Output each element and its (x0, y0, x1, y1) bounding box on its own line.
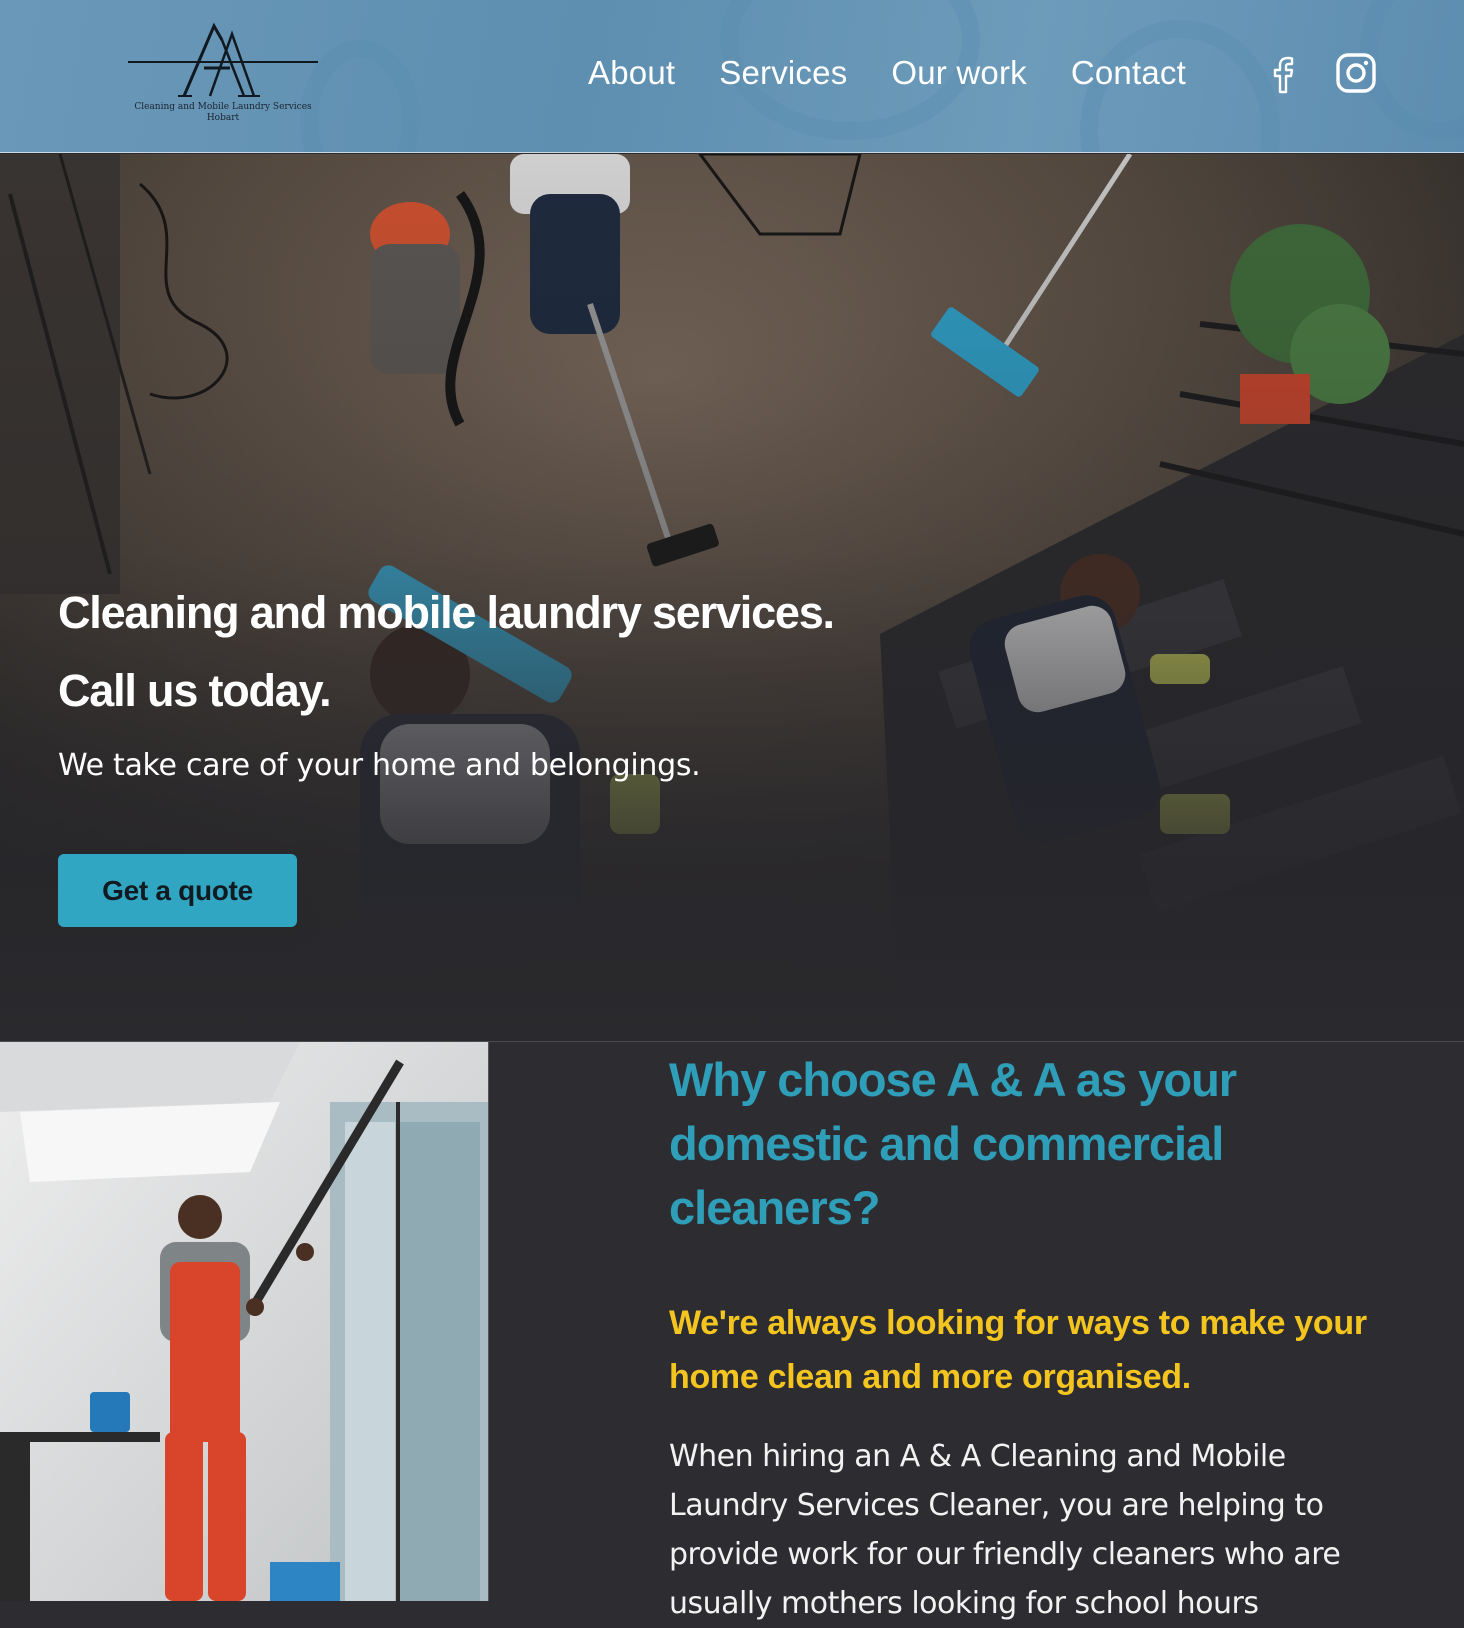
logo-mark (128, 22, 318, 97)
window-cleaner-image (0, 1042, 488, 1601)
facebook-link[interactable] (1262, 50, 1306, 96)
site-header: Cleaning and Mobile Laundry Services Hob… (0, 0, 1464, 153)
nav-about[interactable]: About (588, 50, 675, 96)
hero-title-line2: Call us today. (58, 665, 332, 716)
window-cleaner-photo (0, 1042, 489, 1601)
instagram-icon (1336, 53, 1376, 93)
logo-caption-line1: Cleaning and Mobile Laundry Services (134, 102, 312, 112)
hero-section: Cleaning and mobile laundry services. Ca… (0, 154, 1464, 1041)
hero-subtitle: We take care of your home and belongings… (58, 748, 701, 783)
why-choose-section: Why choose A & A as your domestic and co… (0, 1041, 1464, 1621)
logo-caption-line2: Hobart (206, 113, 240, 123)
main-nav: About Services Our work Contact (588, 50, 1230, 96)
why-heading: Why choose A & A as your domestic and co… (669, 1053, 1237, 1234)
get-a-quote-button[interactable]: Get a quote (58, 854, 297, 927)
facebook-icon (1273, 56, 1294, 94)
hero-title: Cleaning and mobile laundry services. Ca… (58, 574, 958, 730)
site-logo[interactable]: Cleaning and Mobile Laundry Services Hob… (126, 18, 320, 130)
nav-our-work[interactable]: Our work (891, 50, 1026, 96)
nav-services[interactable]: Services (719, 50, 847, 96)
why-body-text: When hiring an A & A Cleaning and Mobile… (669, 1439, 1341, 1621)
why-tagline: We're always looking for ways to make yo… (669, 1304, 1367, 1396)
logo-caption: Cleaning and Mobile Laundry Services Hob… (126, 102, 320, 124)
instagram-link[interactable] (1334, 50, 1378, 96)
hero-title-line1: Cleaning and mobile laundry services. (58, 587, 835, 638)
nav-contact[interactable]: Contact (1071, 50, 1186, 96)
